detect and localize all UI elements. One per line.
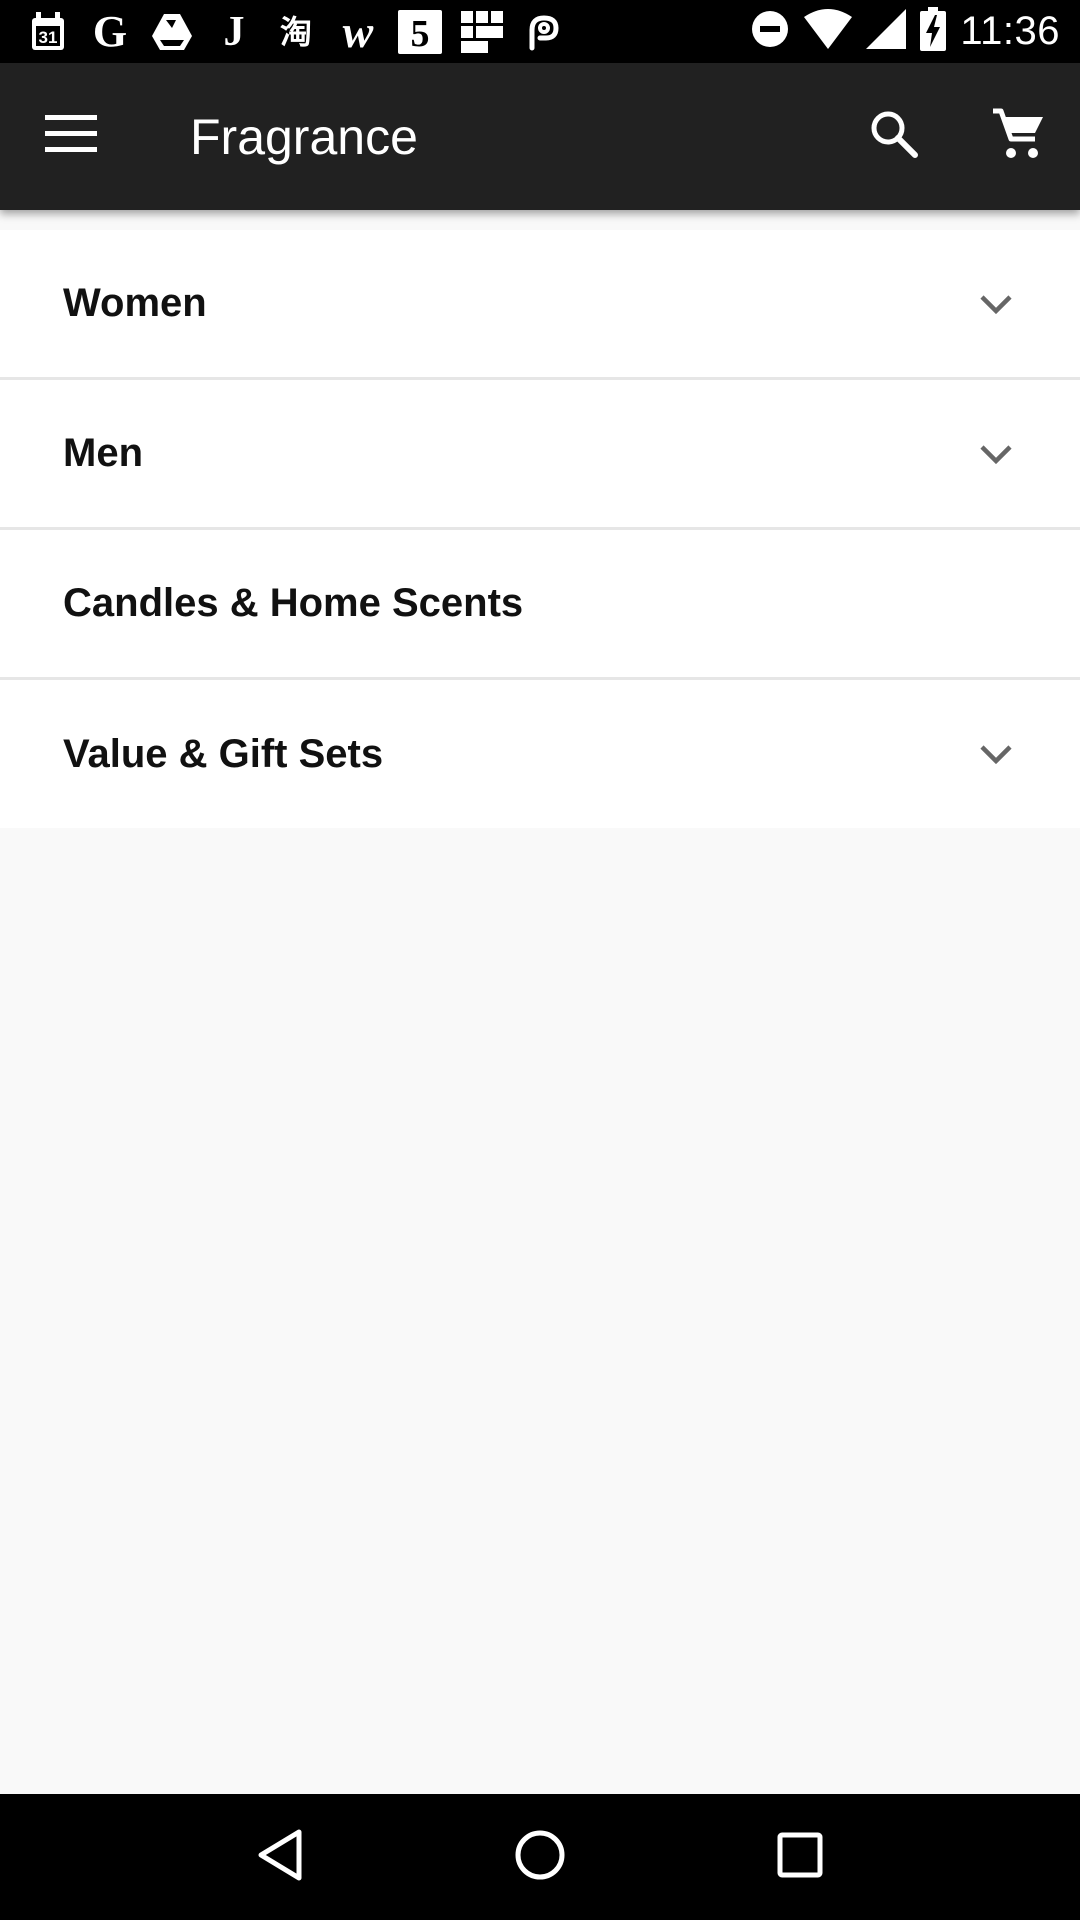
cell-signal-icon	[866, 9, 907, 54]
category-item-men[interactable]: Men	[0, 380, 1080, 530]
wish-icon: w	[342, 5, 374, 57]
back-icon	[255, 1828, 305, 1887]
category-list: Women Men Candles & Home Scents Value & …	[0, 230, 1080, 828]
recents-icon	[776, 1831, 824, 1884]
category-label: Candles & Home Scents	[63, 581, 524, 625]
hamburger-menu-icon	[45, 115, 97, 158]
status-bar: 31 G J 淘 w 5 11:36	[0, 0, 1080, 63]
shopping-cart-icon	[991, 107, 1045, 166]
google-icon: G	[92, 6, 128, 56]
cart-button[interactable]	[956, 63, 1080, 210]
system-icons: 11:36	[750, 0, 1060, 63]
category-item-candles-home-scents[interactable]: Candles & Home Scents	[0, 530, 1080, 680]
five-app-icon: 5	[398, 9, 442, 54]
category-label: Value & Gift Sets	[63, 731, 384, 776]
j-app-icon: J	[223, 8, 245, 55]
grid-app-icon	[460, 10, 504, 54]
search-icon	[869, 109, 919, 164]
category-item-women[interactable]: Women	[0, 230, 1080, 380]
link-app-icon	[522, 10, 566, 54]
category-label: Women	[63, 281, 207, 325]
app-bar-actions	[832, 63, 1080, 210]
chevron-down-icon[interactable]	[974, 282, 1018, 326]
chevron-down-icon[interactable]	[974, 432, 1018, 476]
app-bar: Fragrance	[0, 63, 1080, 210]
menu-button[interactable]	[0, 63, 146, 210]
chevron-down-icon[interactable]	[974, 732, 1018, 776]
search-button[interactable]	[832, 63, 956, 210]
taobao-icon: 淘	[279, 12, 312, 51]
svg-text:5: 5	[411, 13, 430, 54]
recents-button[interactable]	[740, 1797, 860, 1917]
do-not-disturb-icon	[750, 9, 790, 54]
status-time: 11:36	[960, 9, 1060, 53]
home-icon	[513, 1828, 567, 1887]
drive-icon	[150, 10, 194, 54]
category-item-value-gift-sets[interactable]: Value & Gift Sets	[0, 680, 1080, 828]
back-button[interactable]	[220, 1797, 340, 1917]
svg-text:31: 31	[39, 28, 58, 47]
navigation-bar	[0, 1794, 1080, 1920]
page-title: Fragrance	[190, 108, 418, 165]
calendar-icon: 31	[26, 10, 70, 54]
wifi-icon	[804, 9, 853, 54]
notification-icons: 31 G J 淘 w 5	[26, 0, 566, 63]
battery-charging-icon	[920, 7, 947, 56]
home-button[interactable]	[480, 1797, 600, 1917]
category-label: Men	[63, 431, 143, 475]
